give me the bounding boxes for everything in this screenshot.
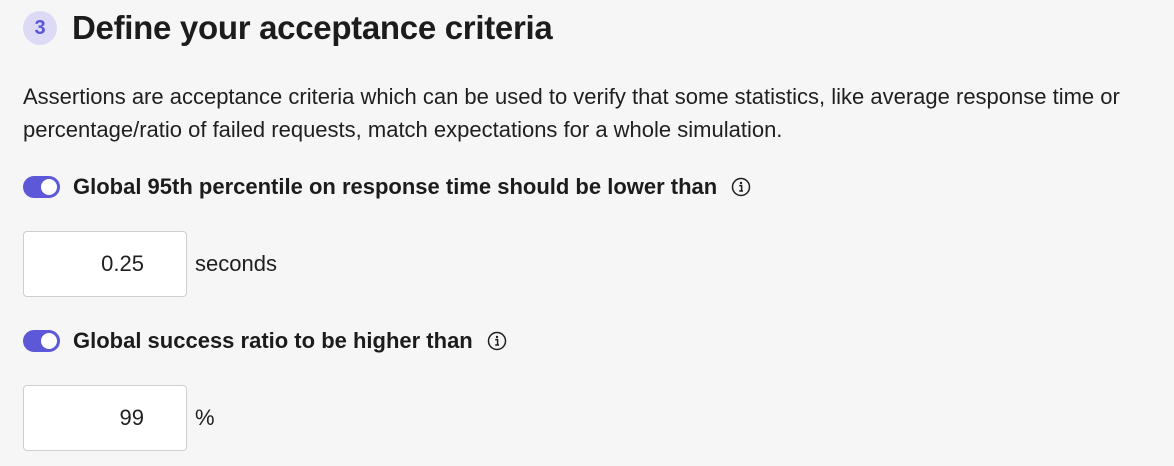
success-ratio-label: Global success ratio to be higher than [73, 328, 473, 353]
success-ratio-unit: % [195, 405, 215, 430]
assertion-row-success-ratio: Global success ratio to be higher than [23, 325, 507, 357]
info-icon[interactable] [487, 331, 507, 351]
response-time-label: Global 95th percentile on response time … [73, 174, 718, 199]
response-time-value-group: seconds [23, 231, 277, 297]
success-ratio-value-group: % [23, 385, 215, 451]
step-header: 3 Define your acceptance criteria [23, 8, 553, 48]
response-time-unit: seconds [195, 251, 277, 276]
info-icon[interactable] [731, 177, 751, 197]
step-title: Define your acceptance criteria [72, 9, 553, 46]
section-description: Assertions are acceptance criteria which… [23, 84, 1120, 142]
success-ratio-input[interactable] [23, 385, 187, 451]
success-ratio-toggle[interactable] [23, 330, 60, 352]
response-time-input[interactable] [23, 231, 187, 297]
assertion-row-response-time: Global 95th percentile on response time … [23, 171, 751, 203]
response-time-toggle[interactable] [23, 176, 60, 198]
toggle-knob [41, 179, 57, 195]
toggle-knob [41, 333, 57, 349]
step-number-badge: 3 [23, 11, 57, 45]
acceptance-criteria-section: 3 Define your acceptance criteria Assert… [0, 0, 1174, 466]
